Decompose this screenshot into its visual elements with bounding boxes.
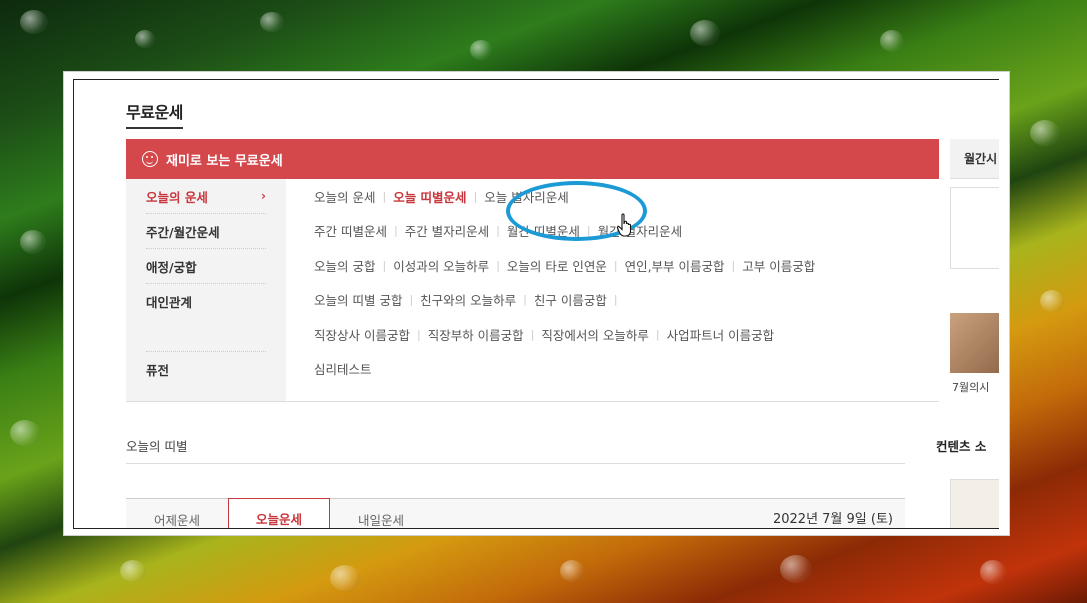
section-title: 오늘의 띠별 [126,439,188,454]
background-drop [560,560,584,582]
separator: | [613,293,618,307]
sidebar-item-label: 주간/월간운세 [146,224,220,240]
background-drop [120,560,146,582]
separator: | [382,258,387,272]
link-row-love: 오늘의 궁합 | 이성과의 오늘하루 | 오늘의 타로 인연운 | 연인,부부 이름궁… [314,248,939,283]
sidebar-item-today[interactable]: 오늘의 운세 › [146,179,266,214]
link-today-zodiac-animal[interactable]: 오늘 띠별운세 [393,187,466,206]
fortune-menu-panel: 재미로 보는 무료운세 오늘의 운세 › 주간/월간운세 애정/궁합 대인관계 [126,139,939,402]
link-row-fusion: 심리테스트 [314,352,939,387]
tab-yesterday[interactable]: 어제운세 [126,499,228,528]
link-zodiac-compatibility[interactable]: 오늘의 띠별 궁합 [314,290,402,309]
separator: | [416,327,421,341]
sidebar-item-love[interactable]: 애정/궁합 [146,249,266,284]
link-psych-test[interactable]: 심리테스트 [314,359,372,378]
background-drop [690,20,720,46]
separator: | [655,327,660,341]
separator: | [382,189,387,203]
background-drop [1040,290,1064,312]
separator: | [530,327,535,341]
background-drop [330,565,360,591]
background-drop [880,30,904,52]
background-drop [135,30,155,48]
link-today-fortune[interactable]: 오늘의 운세 [314,187,375,206]
background-drop [980,560,1006,584]
sidebar-item-weekly-monthly[interactable]: 주간/월간운세 [146,214,266,249]
background-drop [260,12,284,32]
thumbnail-image[interactable] [950,313,999,373]
link-inlaw-name-match[interactable]: 고부 이름궁합 [742,256,815,275]
page-title: 무료운세 [126,99,183,129]
contents-thumbnail[interactable] [950,479,999,528]
sidebar-item-fusion[interactable]: 퓨전 [146,352,266,387]
background-drop [470,40,492,60]
right-column: 월간시 7월의시 컨텐츠 소 [936,139,999,528]
link-weekly-zodiac-animal[interactable]: 주간 띠별운세 [314,221,387,240]
sidebar-item-label: 퓨전 [146,363,170,378]
tab-tomorrow[interactable]: 내일운세 [330,499,432,528]
sidebar-spacer [146,319,266,352]
current-date: 2022년 7월 9일 (토) [772,511,893,527]
separator: | [613,258,618,272]
link-row-friends: 오늘의 띠별 궁합 | 친구와의 오늘하루 | 친구 이름궁합 | [314,283,939,318]
link-today-compatibility[interactable]: 오늘의 궁합 [314,256,375,275]
sidebar-item-label: 애정/궁합 [146,259,197,275]
smile-icon [142,151,158,167]
panel-header: 재미로 보는 무료운세 [126,139,939,179]
screenshot-frame: 무료운세 재미로 보는 무료운세 오늘의 운세 › 주간/월간운세 애정/궁합 [63,71,1010,536]
separator: | [393,224,398,238]
hand-pointer-icon [616,213,632,237]
sidebar-item-label: 대인관계 [146,295,193,310]
separator: | [473,189,478,203]
right-box [950,187,999,269]
monthly-poem-heading: 월간시 [950,139,999,179]
separator: | [409,293,414,307]
link-today-at-work[interactable]: 직장에서의 오늘하루 [541,325,648,344]
sidebar-item-relations[interactable]: 대인관계 [146,284,266,319]
tab-today[interactable]: 오늘운세 [228,498,330,528]
category-sidebar: 오늘의 운세 › 주간/월간운세 애정/궁합 대인관계 퓨전 [126,179,286,401]
background-drop [20,230,46,254]
background-drop [10,420,40,446]
link-friend-name-match[interactable]: 친구 이름궁합 [534,290,607,309]
thumbnail-caption[interactable]: 7월의시 [952,379,989,395]
link-today-with-partner[interactable]: 이성과의 오늘하루 [393,256,489,275]
link-today-with-friend[interactable]: 친구와의 오늘하루 [420,290,516,309]
divider [126,463,905,464]
link-weekly-horoscope[interactable]: 주간 별자리운세 [405,221,489,240]
link-subordinate-name-match[interactable]: 직장부하 이름궁합 [428,325,524,344]
link-row-work: 직장상사 이름궁합 | 직장부하 이름궁합 | 직장에서의 오늘하루 | 사업파트너 … [314,317,939,352]
separator: | [731,258,736,272]
day-tabs: 어제운세 오늘운세 내일운세 2022년 7월 9일 (토) [126,498,905,528]
page-viewport: 무료운세 재미로 보는 무료운세 오늘의 운세 › 주간/월간운세 애정/궁합 [73,79,999,529]
panel-header-title: 재미로 보는 무료운세 [166,153,283,169]
contents-heading: 컨텐츠 소 [936,439,987,454]
background-drop [1030,120,1060,146]
separator: | [496,224,500,238]
link-partner-name-match[interactable]: 사업파트너 이름궁합 [667,325,774,344]
link-tarot[interactable]: 오늘의 타로 인연운 [507,256,607,275]
link-couple-name-match[interactable]: 연인,부부 이름궁합 [625,256,725,275]
sidebar-item-label: 오늘의 운세 [146,189,208,205]
background-drop [780,555,812,583]
separator: | [523,293,527,307]
chevron-right-icon: › [261,189,266,203]
link-boss-name-match[interactable]: 직장상사 이름궁합 [314,325,410,344]
separator: | [496,258,500,272]
background-drop [20,10,48,34]
